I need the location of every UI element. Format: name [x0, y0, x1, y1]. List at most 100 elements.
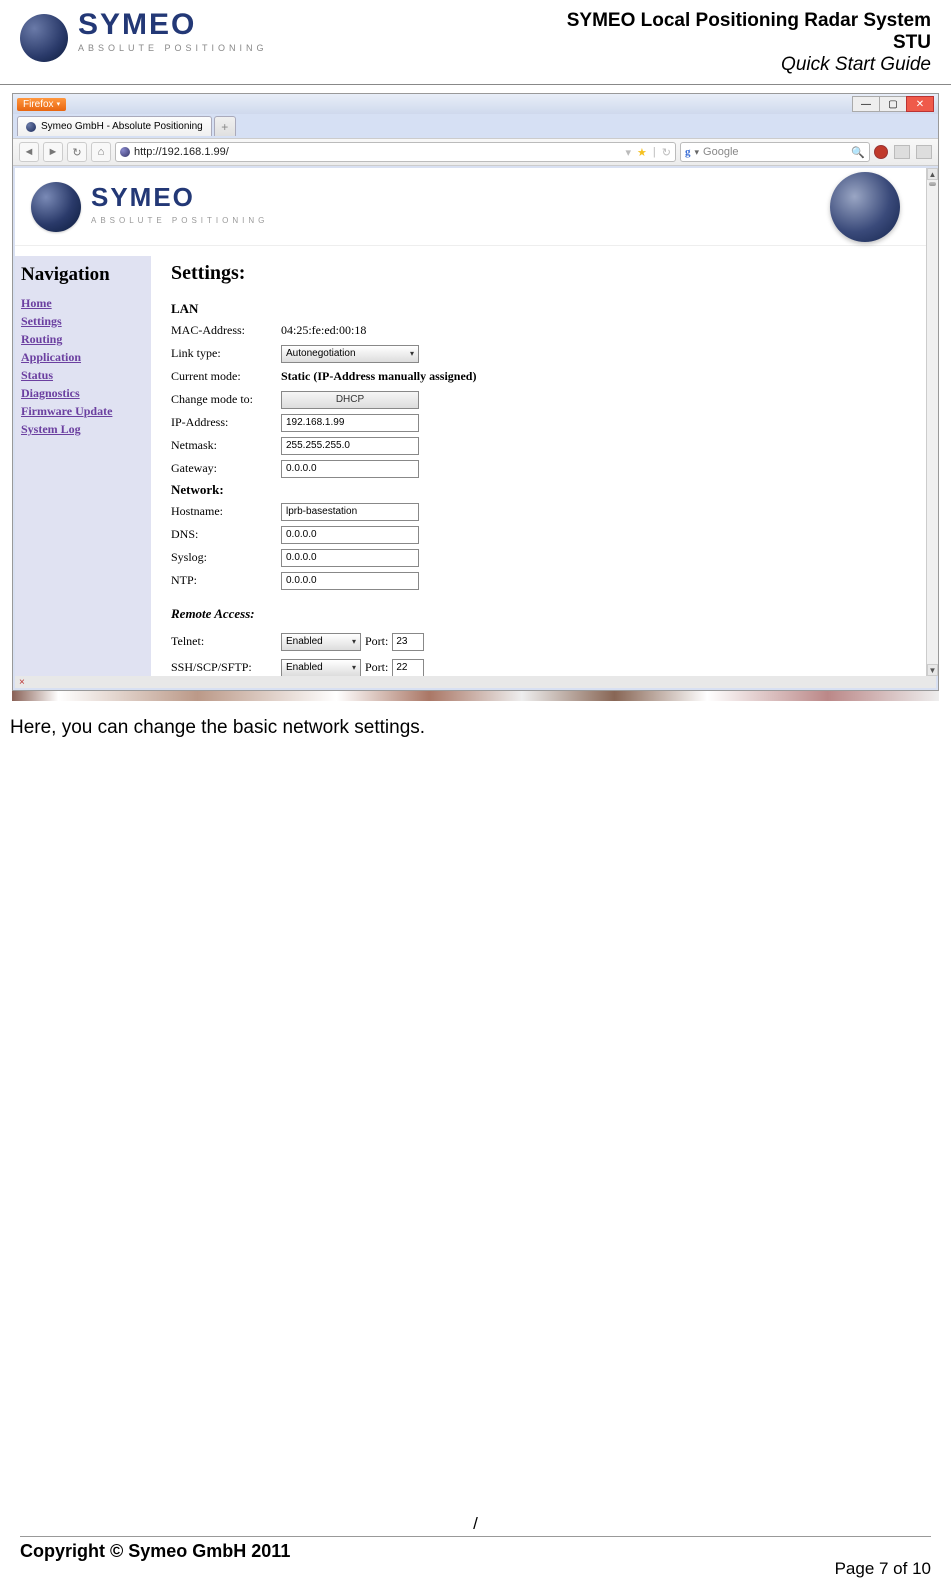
dns-label: DNS:: [171, 527, 281, 542]
nav-heading: Navigation: [21, 264, 145, 286]
nav-item-diagnostics[interactable]: Diagnostics: [21, 386, 145, 401]
ssh-label: SSH/SCP/SFTP:: [171, 660, 281, 675]
scroll-down-icon[interactable]: ▼: [927, 664, 938, 676]
syslog-input[interactable]: 0.0.0.0: [281, 549, 419, 567]
chevron-down-icon: ▾: [352, 663, 356, 672]
linktype-select[interactable]: Autonegotiation ▾: [281, 345, 419, 363]
header-sphere-icon: [830, 172, 900, 242]
netmask-input[interactable]: 255.255.255.0: [281, 437, 419, 455]
linktype-label: Link type:: [171, 346, 281, 361]
ssh-port-label: Port:: [365, 660, 388, 675]
copyright-text: Copyright © Symeo GmbH 2011: [20, 1541, 290, 1562]
back-button[interactable]: ◄: [19, 142, 39, 162]
dns-input[interactable]: 0.0.0.0: [281, 526, 419, 544]
settings-panel: Settings: LAN MAC-Address: 04:25:fe:ed:0…: [151, 256, 926, 676]
tab-bar: Symeo GmbH - Absolute Positioning +: [13, 114, 938, 138]
search-engine-dropdown-icon[interactable]: ▾: [695, 147, 700, 158]
telnet-port-input[interactable]: 23: [392, 633, 424, 651]
refresh-icon[interactable]: ↻: [662, 146, 671, 159]
forward-button[interactable]: ►: [43, 142, 63, 162]
ntp-label: NTP:: [171, 573, 281, 588]
maximize-button[interactable]: ▢: [879, 96, 907, 112]
new-tab-button[interactable]: +: [214, 116, 236, 136]
ip-label: IP-Address:: [171, 415, 281, 430]
telnet-port-label: Port:: [365, 634, 388, 649]
chevron-down-icon: ▾: [352, 637, 356, 646]
ssh-port-input[interactable]: 22: [392, 659, 424, 677]
chevron-down-icon: ▾: [410, 349, 414, 358]
document-footer: / Copyright © Symeo GmbH 2011 Page 7 of …: [0, 1514, 951, 1579]
navigation-sidebar: Navigation Home Settings Routing Applica…: [15, 256, 151, 676]
page-number: Page 7 of 10: [835, 1559, 931, 1579]
doc-title-line1: SYMEO Local Positioning Radar System: [567, 10, 931, 32]
telnet-select-value: Enabled: [286, 636, 323, 647]
toolbar-icon-1[interactable]: [894, 145, 910, 159]
page-content: SYMEO ABSOLUTE POSITIONING Navigation Ho…: [15, 168, 926, 676]
settings-heading: Settings:: [171, 262, 906, 285]
linktype-select-value: Autonegotiation: [286, 348, 356, 359]
logo-text-main: SYMEO: [78, 10, 268, 40]
tab-symeo[interactable]: Symeo GmbH - Absolute Positioning: [17, 116, 212, 136]
bookmark-star-icon[interactable]: ★: [637, 146, 647, 159]
footer-slash: /: [20, 1514, 931, 1534]
hostname-label: Hostname:: [171, 504, 281, 519]
telnet-select[interactable]: Enabled ▾: [281, 633, 361, 651]
doc-title-line3: Quick Start Guide: [567, 54, 931, 76]
netmask-label: Netmask:: [171, 438, 281, 453]
toolbar-icon-2[interactable]: [916, 145, 932, 159]
dropdown-icon[interactable]: ▾: [626, 146, 632, 159]
doc-title-line2: STU: [567, 32, 931, 54]
firefox-menu-button[interactable]: Firefox ▾: [17, 98, 66, 111]
scrollbar-thumb[interactable]: [929, 182, 936, 186]
nav-item-application[interactable]: Application: [21, 350, 145, 365]
site-favicon-icon: [26, 122, 36, 132]
minimize-button[interactable]: —: [852, 96, 880, 112]
caption-text: Here, you can change the basic network s…: [10, 717, 941, 739]
changeto-label: Change mode to:: [171, 392, 281, 407]
tab-title: Symeo GmbH - Absolute Positioning: [41, 121, 203, 132]
site-logo-sub: ABSOLUTE POSITIONING: [91, 216, 268, 225]
address-bar: ◄ ► ↻ ⌂ http://192.168.1.99/ ▾ ★ | ↻ g ▾…: [13, 138, 938, 166]
search-go-icon[interactable]: 🔍: [851, 146, 865, 159]
network-heading: Network:: [171, 482, 906, 498]
window-titlebar: Firefox ▾ — ▢ ✕: [13, 94, 938, 114]
site-identity-icon: [120, 147, 130, 157]
home-button[interactable]: ⌂: [91, 142, 111, 162]
search-placeholder: Google: [703, 146, 738, 158]
vertical-scrollbar[interactable]: ▲ ▼: [926, 168, 938, 676]
hostname-input[interactable]: lprb-basestation: [281, 503, 419, 521]
ssh-select-value: Enabled: [286, 662, 323, 673]
site-sphere-icon: [31, 182, 81, 232]
nav-item-settings[interactable]: Settings: [21, 314, 145, 329]
ssh-select[interactable]: Enabled ▾: [281, 659, 361, 677]
search-input[interactable]: g ▾ Google 🔍: [680, 142, 870, 162]
logo-sphere-icon: [20, 14, 68, 62]
scroll-up-icon[interactable]: ▲: [927, 168, 938, 180]
browser-screenshot: Firefox ▾ — ▢ ✕ Symeo GmbH - Absolute Po…: [12, 93, 939, 691]
telnet-label: Telnet:: [171, 634, 281, 649]
document-logo: SYMEO ABSOLUTE POSITIONING: [20, 10, 268, 62]
ip-input[interactable]: 192.168.1.99: [281, 414, 419, 432]
lan-heading: LAN: [171, 301, 906, 317]
status-x-icon[interactable]: ×: [19, 677, 25, 688]
url-text: http://192.168.1.99/: [134, 146, 229, 158]
status-bar: ×: [15, 676, 936, 688]
mac-label: MAC-Address:: [171, 323, 281, 338]
url-input[interactable]: http://192.168.1.99/ ▾ ★ | ↻: [115, 142, 676, 162]
ntp-input[interactable]: 0.0.0.0: [281, 572, 419, 590]
close-button[interactable]: ✕: [906, 96, 934, 112]
reload-button[interactable]: ↻: [67, 142, 87, 162]
nav-item-routing[interactable]: Routing: [21, 332, 145, 347]
firefox-label: Firefox: [23, 99, 54, 110]
nav-item-systemlog[interactable]: System Log: [21, 422, 145, 437]
dhcp-button[interactable]: DHCP: [281, 391, 419, 409]
addon-icon[interactable]: [874, 145, 888, 159]
logo-text-sub: ABSOLUTE POSITIONING: [78, 44, 268, 53]
nav-item-firmware[interactable]: Firmware Update: [21, 404, 145, 419]
site-header: SYMEO ABSOLUTE POSITIONING: [15, 168, 926, 246]
nav-item-status[interactable]: Status: [21, 368, 145, 383]
syslog-label: Syslog:: [171, 550, 281, 565]
nav-item-home[interactable]: Home: [21, 296, 145, 311]
window-controls: — ▢ ✕: [853, 96, 934, 112]
gateway-input[interactable]: 0.0.0.0: [281, 460, 419, 478]
